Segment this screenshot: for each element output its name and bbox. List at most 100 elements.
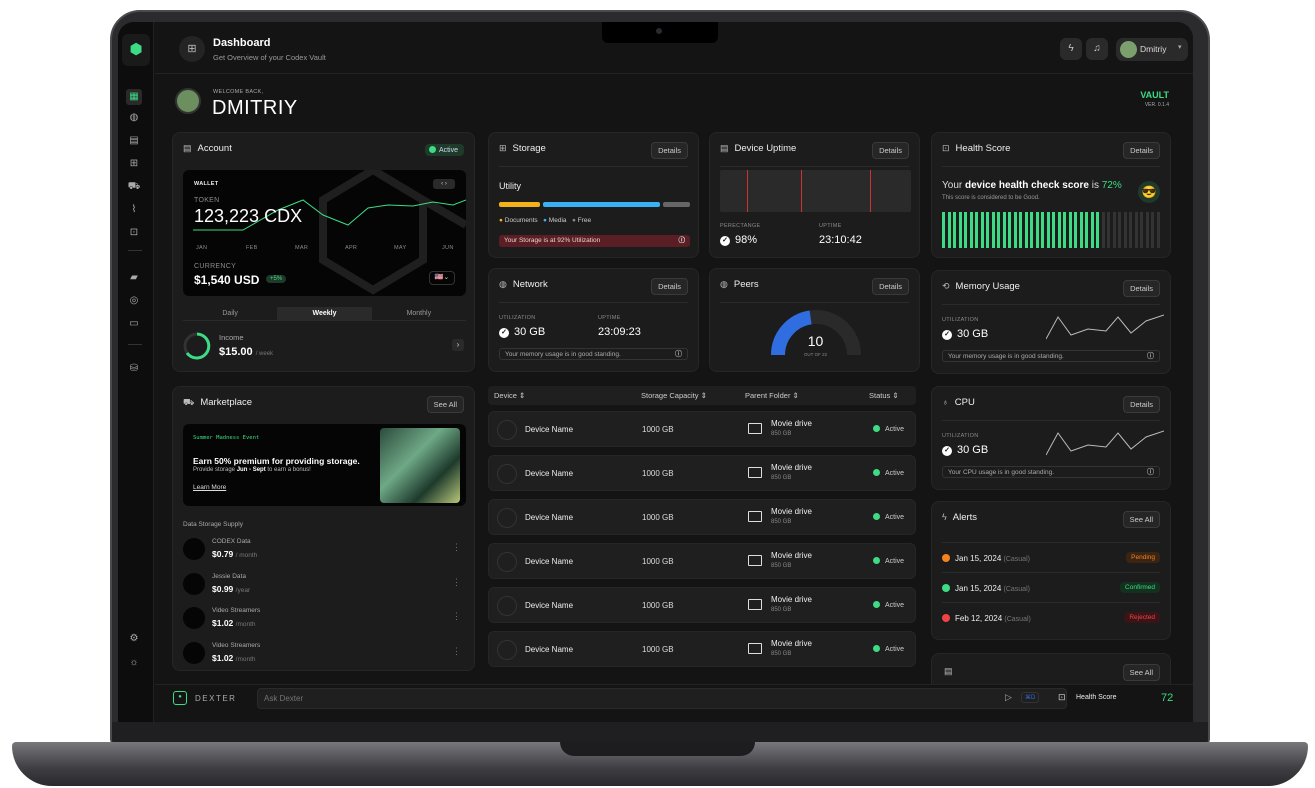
column-capacity[interactable]: Storage Capacity ⇕ [641,391,707,400]
alert-date: Feb 12, 2024 (Casual) [942,614,1031,623]
documents-bar [499,202,540,207]
table-row[interactable]: Device Name 1000 GB Movie drive 850 GB Activ… [488,411,916,447]
uptime-card: ▤ Device Uptime Details PERECTANGE ✓ 98% U… [709,132,920,258]
folder-name: Movie drive [771,551,812,560]
table-row[interactable]: Device Name 1000 GB Movie drive 850 GB Activ… [488,587,916,623]
memory-details-button[interactable]: Details [1123,280,1160,297]
alerts-see-all-button[interactable]: See All [1122,511,1160,528]
database-icon[interactable]: ⛁ [126,361,142,377]
document-icon[interactable]: ▭ [126,316,142,332]
currency-value: $1,540 USD [194,273,260,287]
chart-icon[interactable]: ⌇ [126,202,142,218]
tab-monthly[interactable]: Monthly [372,307,466,320]
table-row[interactable]: Device Name 1000 GB Movie drive 850 GB Activ… [488,455,916,491]
notification-icon[interactable]: ♫ [1086,38,1108,60]
ask-dexter-input[interactable] [257,688,1067,709]
column-folder[interactable]: Parent Folder ⇕ [745,391,799,400]
divider [499,302,688,303]
status-badge: Active [873,469,904,477]
storage-icon: ⊞ [499,143,507,153]
network-details-button[interactable]: Details [651,278,688,295]
device-avatar [497,464,517,484]
marketplace-title: ⛟ Marketplace [183,397,253,408]
health-bar [980,212,984,248]
table-row[interactable]: Device Name 1000 GB Movie drive 850 GB Activ… [488,499,916,535]
user-menu[interactable]: Dmitriy ▾ [1116,38,1188,61]
item-icon [183,573,205,595]
messages-icon[interactable]: ▰ [126,270,142,286]
list-item[interactable]: Video Streamers $1.02 /month ⋮ [183,638,463,668]
utilization-label: UTILIZATION [499,315,536,321]
tab-weekly[interactable]: Weekly [277,307,372,320]
alert-status-badge: Pending [1126,552,1160,563]
cpu-title: ♁ CPU [942,397,975,408]
list-item[interactable]: Jessie Data $0.99 /year ⋮ [183,569,463,599]
account-title: ▤ Account [183,143,232,154]
health-bar [997,212,1000,248]
promo-crystal-image [380,428,460,503]
dashboard-icon[interactable]: ▦ [126,89,142,105]
info-icon: ⓘ [675,351,682,358]
more-icon[interactable]: ⋮ [452,611,461,622]
health-bar [1068,212,1072,248]
folder-icon [748,467,762,478]
table-header: Device ⇕ Storage Capacity ⇕ Parent Folde… [488,386,916,405]
peers-details-button[interactable]: Details [872,278,909,295]
column-status[interactable]: Status ⇕ [869,391,899,400]
page-title: Dashboard [213,37,271,49]
globe-icon[interactable]: ◍ [126,110,142,126]
learn-more-link[interactable]: Learn More [193,484,226,491]
wallet-nav-arrows[interactable]: ‹ › [433,179,455,189]
health-bar [1145,212,1149,248]
item-name: Video Streamers [212,607,261,614]
utilization-label: UTILIZATION [942,433,979,439]
folder-icon [748,511,762,522]
alert-row[interactable]: Feb 12, 2024 (Casual) Rejected [942,602,1160,632]
theme-icon[interactable]: ☼ [126,655,142,671]
network-note: Your memory usage is in good standing. ⓘ [499,348,688,360]
device-name: Device Name [525,425,574,434]
uptime-details-button[interactable]: Details [872,142,909,159]
info-icon: ⓘ [1147,469,1154,476]
more-icon[interactable]: ⋮ [452,542,461,553]
health-bar [964,212,967,248]
wallet-label: WALLET [194,181,219,187]
more-icon[interactable]: ⋮ [452,646,461,657]
extra-see-all-button[interactable]: See All [1122,664,1160,681]
storage-legend: ● Documents ● Media ● Free [499,217,592,224]
alert-row[interactable]: Jan 15, 2024 (Casual) Pending [942,542,1160,572]
target-icon[interactable]: ◎ [126,293,142,309]
cpu-details-button[interactable]: Details [1123,396,1160,413]
send-icon[interactable]: ▷ [1005,692,1012,703]
folder-name: Movie drive [771,507,812,516]
bolt-icon[interactable]: ϟ [1060,38,1082,60]
marketplace-see-all-button[interactable]: See All [426,396,464,413]
laptop-base-notch [560,742,755,756]
item-name: Video Streamers [212,642,261,649]
table-row[interactable]: Device Name 1000 GB Movie drive 850 GB Activ… [488,631,916,667]
storage-icon[interactable]: ⊞ [126,156,142,172]
codex-logo-icon[interactable]: ⬢ [122,34,150,66]
list-item[interactable]: Video Streamers $1.02 /month ⋮ [183,603,463,633]
list-item[interactable]: CODEX Data $0.79 / month ⋮ [183,534,463,564]
peers-value: 10 [807,333,824,349]
cart-icon[interactable]: ⛟ [126,179,142,195]
divider [942,166,1160,167]
health-icon[interactable]: ⊡ [126,225,142,241]
health-bar [1063,212,1066,248]
settings-icon[interactable]: ⚙ [126,631,142,647]
downtime-marker [870,170,871,212]
table-row[interactable]: Device Name 1000 GB Movie drive 850 GB Activ… [488,543,916,579]
device-avatar [497,508,517,528]
wallet-icon[interactable]: ▤ [126,133,142,149]
chevron-right-icon[interactable]: › [452,339,464,351]
folder-icon [748,643,762,654]
tab-daily[interactable]: Daily [183,307,277,320]
storage-details-button[interactable]: Details [651,142,688,159]
folder-icon [748,423,762,434]
more-icon[interactable]: ⋮ [452,577,461,588]
health-details-button[interactable]: Details [1123,142,1160,159]
currency-flag-select[interactable]: 🇺🇸⌄ [429,271,455,285]
alert-row[interactable]: Jan 15, 2024 (Casual) Confirmed [942,572,1160,602]
column-device[interactable]: Device ⇕ [494,391,525,400]
